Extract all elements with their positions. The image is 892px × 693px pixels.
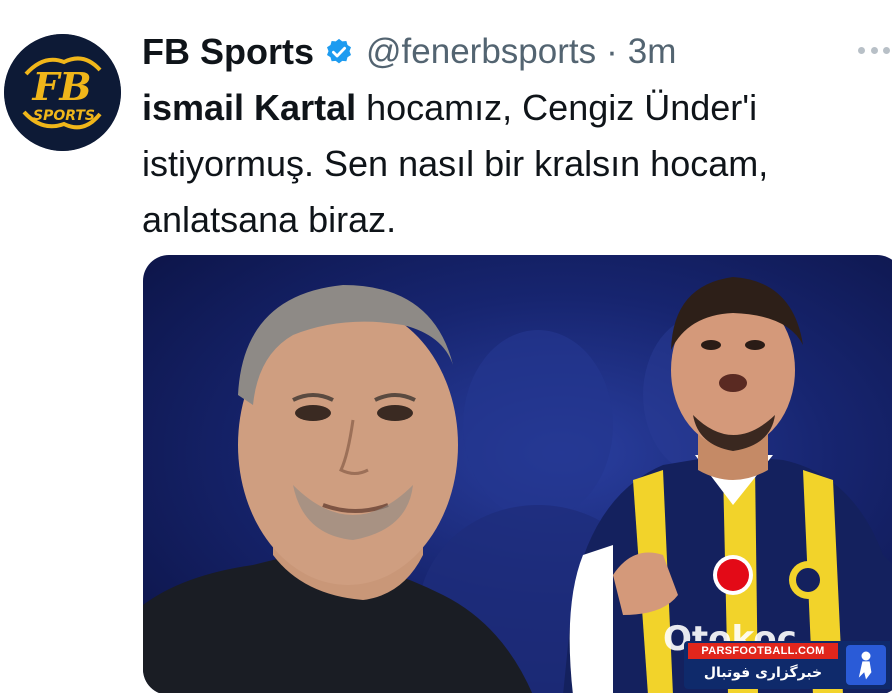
watermark-tagline: خبرگزاری فوتبال ایران	[703, 665, 823, 681]
parsfootball-watermark: PARSFOOTBALL.COM خبرگزاری فوتبال ایران	[684, 641, 890, 689]
more-options-icon[interactable]	[858, 40, 890, 60]
timestamp[interactable]: 3m	[628, 32, 677, 72]
tweet[interactable]: FB SPORTS FB Sports @fenerbsports · 3m i…	[0, 0, 892, 693]
verified-badge-icon	[324, 37, 354, 67]
separator-dot: ·	[606, 32, 618, 71]
watermark-site: PARSFOOTBALL.COM	[688, 643, 838, 659]
tweet-text: ismail Kartal hocamız, Cengiz Ünder'i is…	[142, 80, 882, 248]
parsfootball-logo-icon	[846, 645, 886, 685]
fb-sports-logo-icon: FB SPORTS	[4, 34, 121, 151]
svg-text:SPORTS: SPORTS	[33, 108, 95, 124]
mention-text: ismail Kartal	[142, 87, 357, 128]
tweet-media-image[interactable]: Otokoc	[143, 255, 892, 693]
avatar[interactable]: FB SPORTS	[4, 34, 121, 151]
two-football-figures-photo: Otokoc	[143, 277, 892, 693]
svg-text:FB: FB	[31, 64, 91, 109]
tweet-header: FB Sports @fenerbsports · 3m	[142, 28, 676, 76]
user-handle[interactable]: @fenerbsports	[366, 32, 596, 72]
display-name[interactable]: FB Sports	[142, 31, 314, 73]
